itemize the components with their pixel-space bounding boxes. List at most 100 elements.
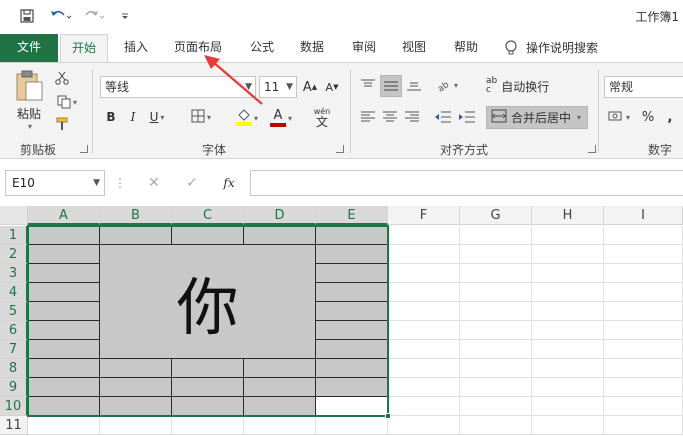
cell-f3[interactable]	[388, 264, 460, 283]
alignment-launcher-icon[interactable]	[588, 145, 596, 153]
column-header-c[interactable]: C	[172, 206, 244, 225]
cell-h8[interactable]	[532, 359, 604, 378]
phonetic-guide-button[interactable]: wén 文	[306, 105, 338, 131]
cell-c11[interactable]	[172, 416, 244, 435]
column-header-b[interactable]: B	[100, 206, 172, 225]
bold-button[interactable]: B	[102, 107, 120, 127]
accounting-format-icon[interactable]: ▾	[604, 107, 634, 127]
cell-f11[interactable]	[388, 416, 460, 435]
cell-h10[interactable]	[532, 397, 604, 416]
formula-input[interactable]	[250, 170, 683, 196]
cell-i4[interactable]	[604, 283, 683, 302]
italic-button[interactable]: I	[124, 107, 142, 127]
row-header-8[interactable]: 8	[0, 359, 28, 378]
cell-b10[interactable]	[100, 397, 172, 416]
cell-h6[interactable]	[532, 321, 604, 340]
percent-style-button[interactable]: %	[640, 107, 656, 127]
cell-i1[interactable]	[604, 226, 683, 245]
cell-d1[interactable]	[244, 226, 316, 245]
row-header-6[interactable]: 6	[0, 321, 28, 340]
insert-function-button[interactable]: fx	[218, 174, 240, 192]
cell-a3[interactable]	[28, 264, 100, 283]
cell-h4[interactable]	[532, 283, 604, 302]
cell-f8[interactable]	[388, 359, 460, 378]
cell-e7[interactable]	[316, 340, 388, 359]
cell-e4[interactable]	[316, 283, 388, 302]
cell-g9[interactable]	[460, 378, 532, 397]
borders-button[interactable]: ▾	[186, 107, 216, 127]
cell-c1[interactable]	[172, 226, 244, 245]
enter-icon[interactable]: ✓	[182, 174, 202, 192]
cell-a11[interactable]	[28, 416, 100, 435]
cell-f1[interactable]	[388, 226, 460, 245]
cell-f7[interactable]	[388, 340, 460, 359]
fill-handle[interactable]	[385, 413, 391, 419]
cell-b8[interactable]	[100, 359, 172, 378]
align-middle-icon[interactable]	[380, 75, 402, 97]
row-header-2[interactable]: 2	[0, 245, 28, 264]
cell-e1[interactable]	[316, 226, 388, 245]
cell-f9[interactable]	[388, 378, 460, 397]
cell-d11[interactable]	[244, 416, 316, 435]
cell-a5[interactable]	[28, 302, 100, 321]
cell-i5[interactable]	[604, 302, 683, 321]
cell-f5[interactable]	[388, 302, 460, 321]
cell-c10[interactable]	[172, 397, 244, 416]
select-all-corner[interactable]	[0, 206, 28, 225]
align-right-icon[interactable]	[402, 107, 422, 127]
cell-e11[interactable]	[316, 416, 388, 435]
row-header-3[interactable]: 3	[0, 264, 28, 283]
align-center-icon[interactable]	[380, 107, 400, 127]
paste-button[interactable]: 粘贴 ▾	[10, 69, 48, 131]
comma-style-button[interactable]: ,	[662, 107, 678, 127]
column-header-a[interactable]: A	[28, 206, 100, 225]
cell-g3[interactable]	[460, 264, 532, 283]
row-header-1[interactable]: 1	[0, 226, 28, 245]
cell-i8[interactable]	[604, 359, 683, 378]
cell-h11[interactable]	[532, 416, 604, 435]
cell-h2[interactable]	[532, 245, 604, 264]
cell-a7[interactable]	[28, 340, 100, 359]
cell-e6[interactable]	[316, 321, 388, 340]
font-color-button[interactable]: A ▾	[266, 107, 296, 129]
cell-h5[interactable]	[532, 302, 604, 321]
name-box[interactable]: E10 ▼	[5, 170, 105, 196]
cell-g2[interactable]	[460, 245, 532, 264]
cell-a1[interactable]	[28, 226, 100, 245]
cell-a4[interactable]	[28, 283, 100, 302]
cell-g5[interactable]	[460, 302, 532, 321]
cell-h9[interactable]	[532, 378, 604, 397]
cell-c9[interactable]	[172, 378, 244, 397]
underline-button[interactable]: U ▾	[146, 107, 168, 127]
cell-f6[interactable]	[388, 321, 460, 340]
customize-qat-icon[interactable]	[118, 8, 132, 24]
cell-h3[interactable]	[532, 264, 604, 283]
align-left-icon[interactable]	[358, 107, 378, 127]
cell-d9[interactable]	[244, 378, 316, 397]
cell-h7[interactable]	[532, 340, 604, 359]
wrap-text-button[interactable]: ab c 自动换行	[486, 75, 564, 97]
row-header-5[interactable]: 5	[0, 302, 28, 321]
cell-i7[interactable]	[604, 340, 683, 359]
undo-icon[interactable]	[48, 8, 74, 24]
cell-e5[interactable]	[316, 302, 388, 321]
cell-g10[interactable]	[460, 397, 532, 416]
cell-d8[interactable]	[244, 359, 316, 378]
tab-home[interactable]: 开始	[60, 34, 108, 63]
cell-f4[interactable]	[388, 283, 460, 302]
tell-me-search[interactable]: 操作说明搜索	[504, 34, 614, 62]
column-header-f[interactable]: F	[388, 206, 460, 225]
cell-g7[interactable]	[460, 340, 532, 359]
tab-file[interactable]: 文件	[0, 34, 58, 62]
row-header-7[interactable]: 7	[0, 340, 28, 359]
cell-i6[interactable]	[604, 321, 683, 340]
cell-f2[interactable]	[388, 245, 460, 264]
cell-e3[interactable]	[316, 264, 388, 283]
column-header-g[interactable]: G	[460, 206, 532, 225]
cell-g8[interactable]	[460, 359, 532, 378]
cell-d10[interactable]	[244, 397, 316, 416]
row-header-4[interactable]: 4	[0, 283, 28, 302]
cell-c8[interactable]	[172, 359, 244, 378]
cell-h1[interactable]	[532, 226, 604, 245]
cell-g1[interactable]	[460, 226, 532, 245]
